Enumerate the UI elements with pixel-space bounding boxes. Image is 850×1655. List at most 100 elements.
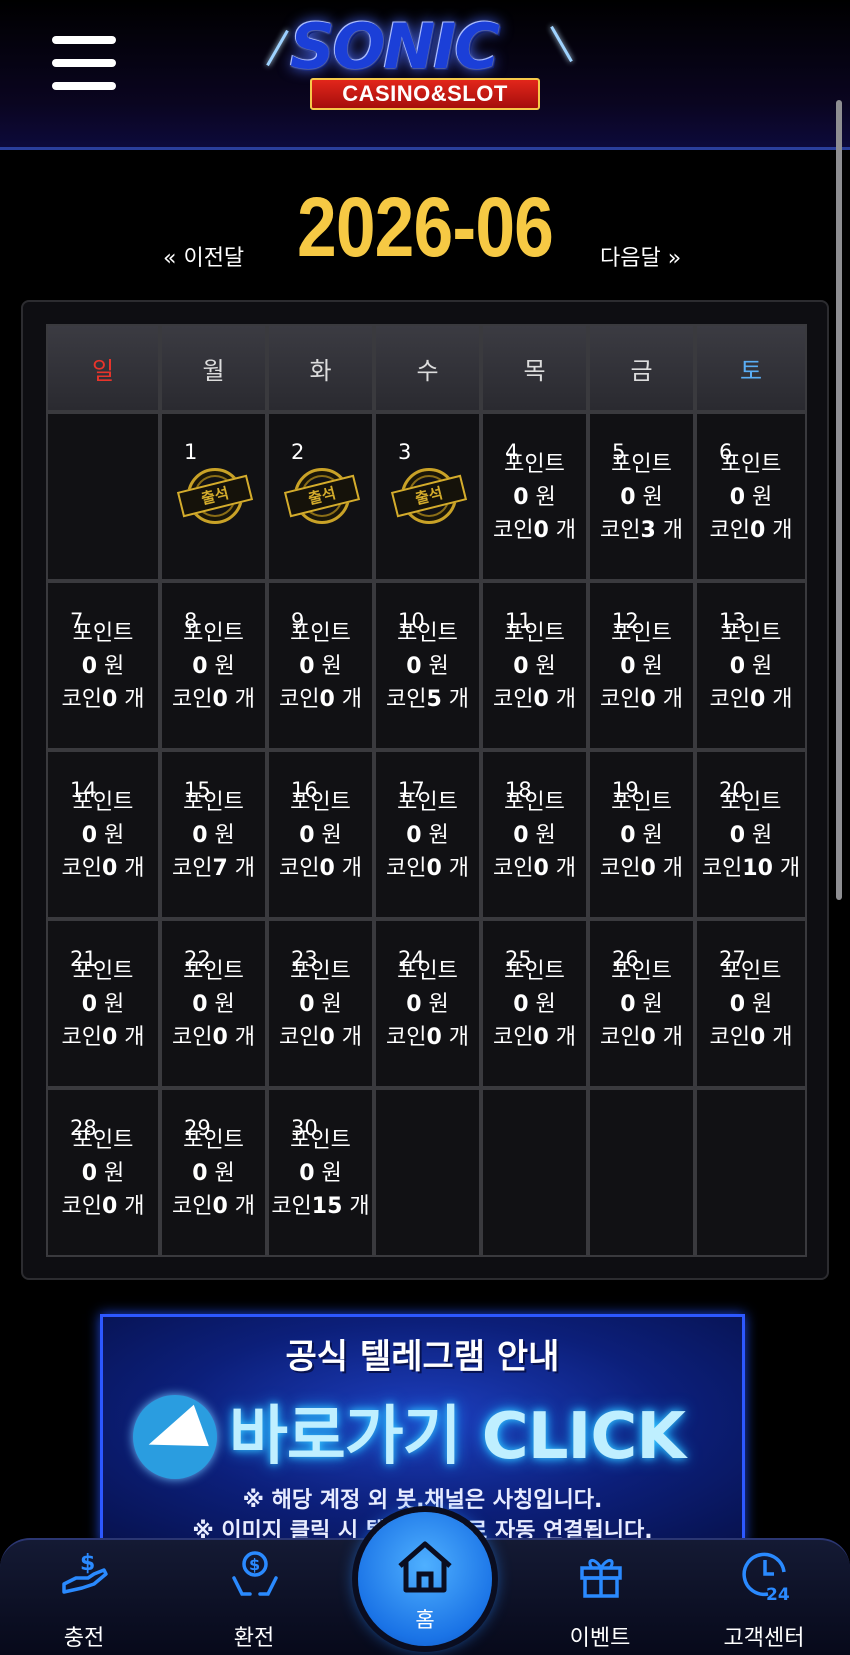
calendar-day-cell[interactable]: 7 포인트 0 원 코인0 개 bbox=[46, 581, 160, 750]
calendar-day-cell[interactable]: 22 포인트 0 원 코인0 개 bbox=[160, 919, 267, 1088]
day-reward-info: 포인트 0 원 코인0 개 bbox=[483, 786, 586, 885]
calendar-day-cell[interactable]: 14 포인트 0 원 코인0 개 bbox=[46, 750, 160, 919]
calendar-day-cell[interactable]: 5 포인트 0 원 코인3 개 bbox=[588, 412, 695, 581]
coin-label: 코인 bbox=[271, 1194, 312, 1219]
point-value: 0 bbox=[406, 654, 422, 679]
nav-support-label: 고객센터 bbox=[723, 1626, 805, 1651]
coin-unit: 개 bbox=[555, 856, 577, 881]
withdraw-icon: $ bbox=[232, 1551, 278, 1596]
calendar-day-cell[interactable]: 16 포인트 0 원 코인0 개 bbox=[267, 750, 374, 919]
calendar-day-cell[interactable]: 9 포인트 0 원 코인0 개 bbox=[267, 581, 374, 750]
nav-support[interactable]: 24 고객센터 bbox=[694, 1540, 834, 1655]
calendar-day-cell[interactable]: 21 포인트 0 원 코인0 개 bbox=[46, 919, 160, 1088]
day-number: 3 bbox=[398, 440, 412, 464]
coin-value: 0 bbox=[319, 687, 335, 712]
coin-value: 0 bbox=[640, 856, 656, 881]
coin-label: 코인 bbox=[385, 856, 427, 881]
coin-unit: 개 bbox=[448, 687, 470, 712]
point-unit: 원 bbox=[535, 654, 556, 679]
point-label: 포인트 bbox=[72, 621, 134, 646]
calendar-day-cell[interactable]: 28 포인트 0 원 코인0 개 bbox=[46, 1088, 160, 1257]
menu-icon[interactable] bbox=[52, 36, 116, 92]
calendar-day-cell[interactable]: 3 출석 bbox=[374, 412, 481, 581]
coin-label: 코인 bbox=[599, 518, 641, 543]
point-label: 포인트 bbox=[290, 621, 351, 646]
calendar-day-cell[interactable]: 13 포인트 0 원 코인0 개 bbox=[695, 581, 807, 750]
coin-value: 0 bbox=[212, 1194, 228, 1219]
calendar-day-cell[interactable]: 12 포인트 0 원 코인0 개 bbox=[588, 581, 695, 750]
calendar-day-cell[interactable]: 4 포인트 0 원 코인0 개 bbox=[481, 412, 588, 581]
coin-label: 코인 bbox=[61, 1025, 102, 1050]
coin-label: 코인 bbox=[709, 518, 750, 543]
nav-deposit[interactable]: $ 충전 bbox=[14, 1540, 154, 1655]
coin-label: 코인 bbox=[385, 1025, 427, 1050]
coin-value: 0 bbox=[101, 856, 118, 881]
coin-label: 코인 bbox=[492, 687, 534, 712]
coin-label: 코인 bbox=[61, 687, 102, 712]
point-value: 0 bbox=[192, 654, 208, 679]
telegram-banner[interactable]: 공식 텔레그램 안내 바로가기 CLICK ※ 해당 계정 외 봇,채널은 사칭… bbox=[100, 1314, 745, 1544]
coin-unit: 개 bbox=[772, 518, 793, 543]
point-label: 포인트 bbox=[720, 621, 782, 646]
point-value: 0 bbox=[620, 485, 636, 510]
nav-event[interactable]: 이벤트 bbox=[530, 1540, 670, 1655]
calendar-day-cell[interactable]: 26 포인트 0 원 코인0 개 bbox=[588, 919, 695, 1088]
calendar-day-cell[interactable]: 15 포인트 0 원 코인7 개 bbox=[160, 750, 267, 919]
calendar-week-row: 1 출석 2 출석 3 출석 4 포인트 0 원 코인0 개 5 포인트 0 원 코인3 개 6 포인트 0 원… bbox=[46, 412, 807, 581]
point-unit: 원 bbox=[321, 1161, 342, 1186]
next-month-link[interactable]: 다음달 » bbox=[600, 240, 681, 272]
calendar-day-cell[interactable]: 17 포인트 0 원 코인0 개 bbox=[374, 750, 481, 919]
day-reward-info: 포인트 0 원 코인0 개 bbox=[590, 955, 693, 1054]
coin-value: 3 bbox=[640, 518, 656, 543]
calendar-day-cell[interactable]: 30 포인트 0 원 코인15 개 bbox=[267, 1088, 374, 1257]
home-icon bbox=[398, 1541, 452, 1593]
calendar-day-cell[interactable]: 20 포인트 0 원 코인10 개 bbox=[695, 750, 807, 919]
coin-unit: 개 bbox=[124, 856, 145, 881]
coin-value: 0 bbox=[749, 687, 766, 712]
point-unit: 원 bbox=[752, 823, 773, 848]
calendar-day-cell[interactable]: 27 포인트 0 원 코인0 개 bbox=[695, 919, 807, 1088]
day-reward-info: 포인트 0 원 코인0 개 bbox=[162, 617, 265, 716]
calendar-day-cell[interactable]: 29 포인트 0 원 코인0 개 bbox=[160, 1088, 267, 1257]
calendar-day-cell[interactable]: 2 출석 bbox=[267, 412, 374, 581]
point-value: 0 bbox=[81, 823, 98, 848]
calendar-day-cell[interactable]: 19 포인트 0 원 코인0 개 bbox=[588, 750, 695, 919]
weekday-mon: 월 bbox=[160, 324, 267, 412]
point-unit: 원 bbox=[752, 654, 773, 679]
calendar-day-cell[interactable]: 25 포인트 0 원 코인0 개 bbox=[481, 919, 588, 1088]
day-reward-info: 포인트 0 원 코인0 개 bbox=[269, 786, 372, 885]
prev-month-link[interactable]: « 이전달 bbox=[163, 240, 244, 272]
coin-label: 코인 bbox=[599, 1025, 641, 1050]
site-logo[interactable]: SONIC CASINO&SLOT bbox=[266, 8, 580, 112]
coin-value: 0 bbox=[749, 1025, 766, 1050]
coin-unit: 개 bbox=[555, 518, 577, 543]
nav-withdraw[interactable]: $ 환전 bbox=[184, 1540, 324, 1655]
point-value: 0 bbox=[513, 992, 529, 1017]
coin-value: 0 bbox=[533, 1025, 549, 1050]
calendar-day-cell[interactable]: 8 포인트 0 원 코인0 개 bbox=[160, 581, 267, 750]
calendar-day-cell[interactable]: 10 포인트 0 원 코인5 개 bbox=[374, 581, 481, 750]
calendar-day-cell[interactable]: 23 포인트 0 원 코인0 개 bbox=[267, 919, 374, 1088]
calendar-day-cell[interactable]: 6 포인트 0 원 코인0 개 bbox=[695, 412, 807, 581]
point-label: 포인트 bbox=[183, 790, 244, 815]
calendar-day-cell[interactable]: 24 포인트 0 원 코인0 개 bbox=[374, 919, 481, 1088]
coin-unit: 개 bbox=[341, 856, 363, 881]
weekday-header-row: 일 월 화 수 목 금 토 bbox=[46, 324, 807, 412]
coin-unit: 개 bbox=[448, 856, 470, 881]
point-value: 0 bbox=[406, 823, 422, 848]
point-unit: 원 bbox=[428, 823, 449, 848]
day-reward-info: 포인트 0 원 코인15 개 bbox=[269, 1124, 372, 1223]
point-value: 0 bbox=[729, 992, 746, 1017]
coin-label: 코인 bbox=[599, 687, 641, 712]
coin-value: 0 bbox=[212, 687, 228, 712]
day-reward-info: 포인트 0 원 코인3 개 bbox=[590, 448, 693, 547]
calendar-day-cell[interactable]: 1 출석 bbox=[160, 412, 267, 581]
coin-unit: 개 bbox=[772, 687, 793, 712]
page-scrollbar[interactable] bbox=[836, 100, 842, 900]
weekday-fri: 금 bbox=[588, 324, 695, 412]
calendar-day-cell[interactable]: 18 포인트 0 원 코인0 개 bbox=[481, 750, 588, 919]
coin-unit: 개 bbox=[662, 856, 684, 881]
calendar-day-cell[interactable]: 11 포인트 0 원 코인0 개 bbox=[481, 581, 588, 750]
calendar-empty-cell bbox=[695, 1088, 807, 1257]
nav-home[interactable]: 홈 bbox=[358, 1512, 492, 1646]
